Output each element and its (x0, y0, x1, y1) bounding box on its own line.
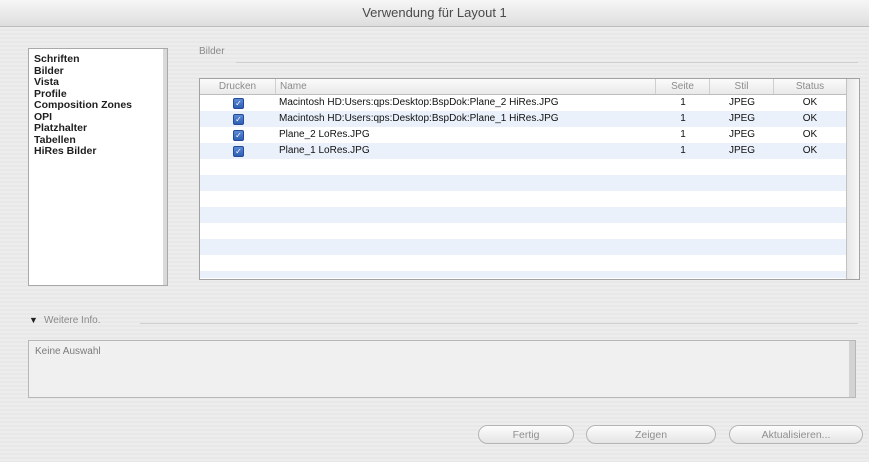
cell-name: Plane_1 LoRes.JPG (279, 145, 370, 156)
images-group-label: Bilder (199, 46, 225, 57)
table-row[interactable]: ✓ Plane_1 LoRes.JPG 1 JPEG OK (200, 143, 846, 159)
cell-style: JPEG (728, 145, 756, 156)
images-group-divider (236, 62, 858, 63)
cell-page: 1 (680, 113, 686, 124)
empty-row (200, 191, 846, 207)
cell-style: JPEG (728, 113, 756, 124)
more-info-panel: Keine Auswahl (28, 340, 856, 398)
no-selection-text: Keine Auswahl (35, 346, 101, 357)
sidebar-item-composition-zones[interactable]: Composition Zones (34, 99, 167, 112)
table-body: ✓ Macintosh HD:Users:qps:Desktop:BspDok:… (200, 95, 846, 278)
checkbox-checked-icon[interactable]: ✓ (233, 114, 244, 125)
cell-status: OK (802, 113, 818, 124)
column-header-status[interactable]: Status (774, 79, 846, 94)
checkbox-checked-icon[interactable]: ✓ (233, 146, 244, 157)
cell-page: 1 (680, 129, 686, 140)
cell-status: OK (802, 97, 818, 108)
cell-style: JPEG (728, 97, 756, 108)
empty-row (200, 239, 846, 255)
table-scrollbar[interactable] (846, 79, 859, 279)
column-header-style[interactable]: Stil (710, 79, 774, 94)
empty-row (200, 223, 846, 239)
column-header-name[interactable]: Name (276, 79, 656, 94)
update-button[interactable]: Aktualisieren... (729, 425, 863, 444)
table-header: Drucken Name Seite Stil Status (200, 79, 846, 95)
column-header-page[interactable]: Seite (656, 79, 710, 94)
cell-name: Plane_2 LoRes.JPG (279, 129, 370, 140)
cell-name: Macintosh HD:Users:qps:Desktop:BspDok:Pl… (279, 113, 559, 124)
sidebar-item-vista[interactable]: Vista (34, 76, 167, 89)
more-info-label[interactable]: Weitere Info. (44, 315, 101, 326)
show-button[interactable]: Zeigen (586, 425, 716, 444)
category-list[interactable]: Schriften Bilder Vista Profile Compositi… (28, 48, 168, 286)
table-row[interactable]: ✓ Macintosh HD:Users:qps:Desktop:BspDok:… (200, 111, 846, 127)
done-button[interactable]: Fertig (478, 425, 574, 444)
table-row[interactable]: ✓ Plane_2 LoRes.JPG 1 JPEG OK (200, 127, 846, 143)
table-row[interactable]: ✓ Macintosh HD:Users:qps:Desktop:BspDok:… (200, 95, 846, 111)
cell-status: OK (802, 145, 818, 156)
sidebar-item-hires-images[interactable]: HiRes Bilder (34, 145, 167, 158)
sidebar-item-placeholders[interactable]: Platzhalter (34, 122, 167, 135)
disclosure-triangle-icon[interactable]: ▼ (29, 315, 38, 325)
cell-style: JPEG (728, 129, 756, 140)
empty-row (200, 207, 846, 223)
empty-row (200, 255, 846, 271)
window-title: Verwendung für Layout 1 (0, 0, 869, 27)
empty-row (200, 159, 846, 175)
more-info-divider (140, 323, 858, 324)
checkbox-checked-icon[interactable]: ✓ (233, 130, 244, 141)
empty-row (200, 175, 846, 191)
cell-name: Macintosh HD:Users:qps:Desktop:BspDok:Pl… (279, 97, 559, 108)
checkbox-checked-icon[interactable]: ✓ (233, 98, 244, 109)
sidebar-item-fonts[interactable]: Schriften (34, 53, 167, 66)
cell-status: OK (802, 129, 818, 140)
empty-row (200, 271, 846, 278)
column-header-print[interactable]: Drucken (200, 79, 276, 94)
cell-page: 1 (680, 97, 686, 108)
images-table[interactable]: Drucken Name Seite Stil Status ✓ Macinto… (199, 78, 860, 280)
cell-page: 1 (680, 145, 686, 156)
